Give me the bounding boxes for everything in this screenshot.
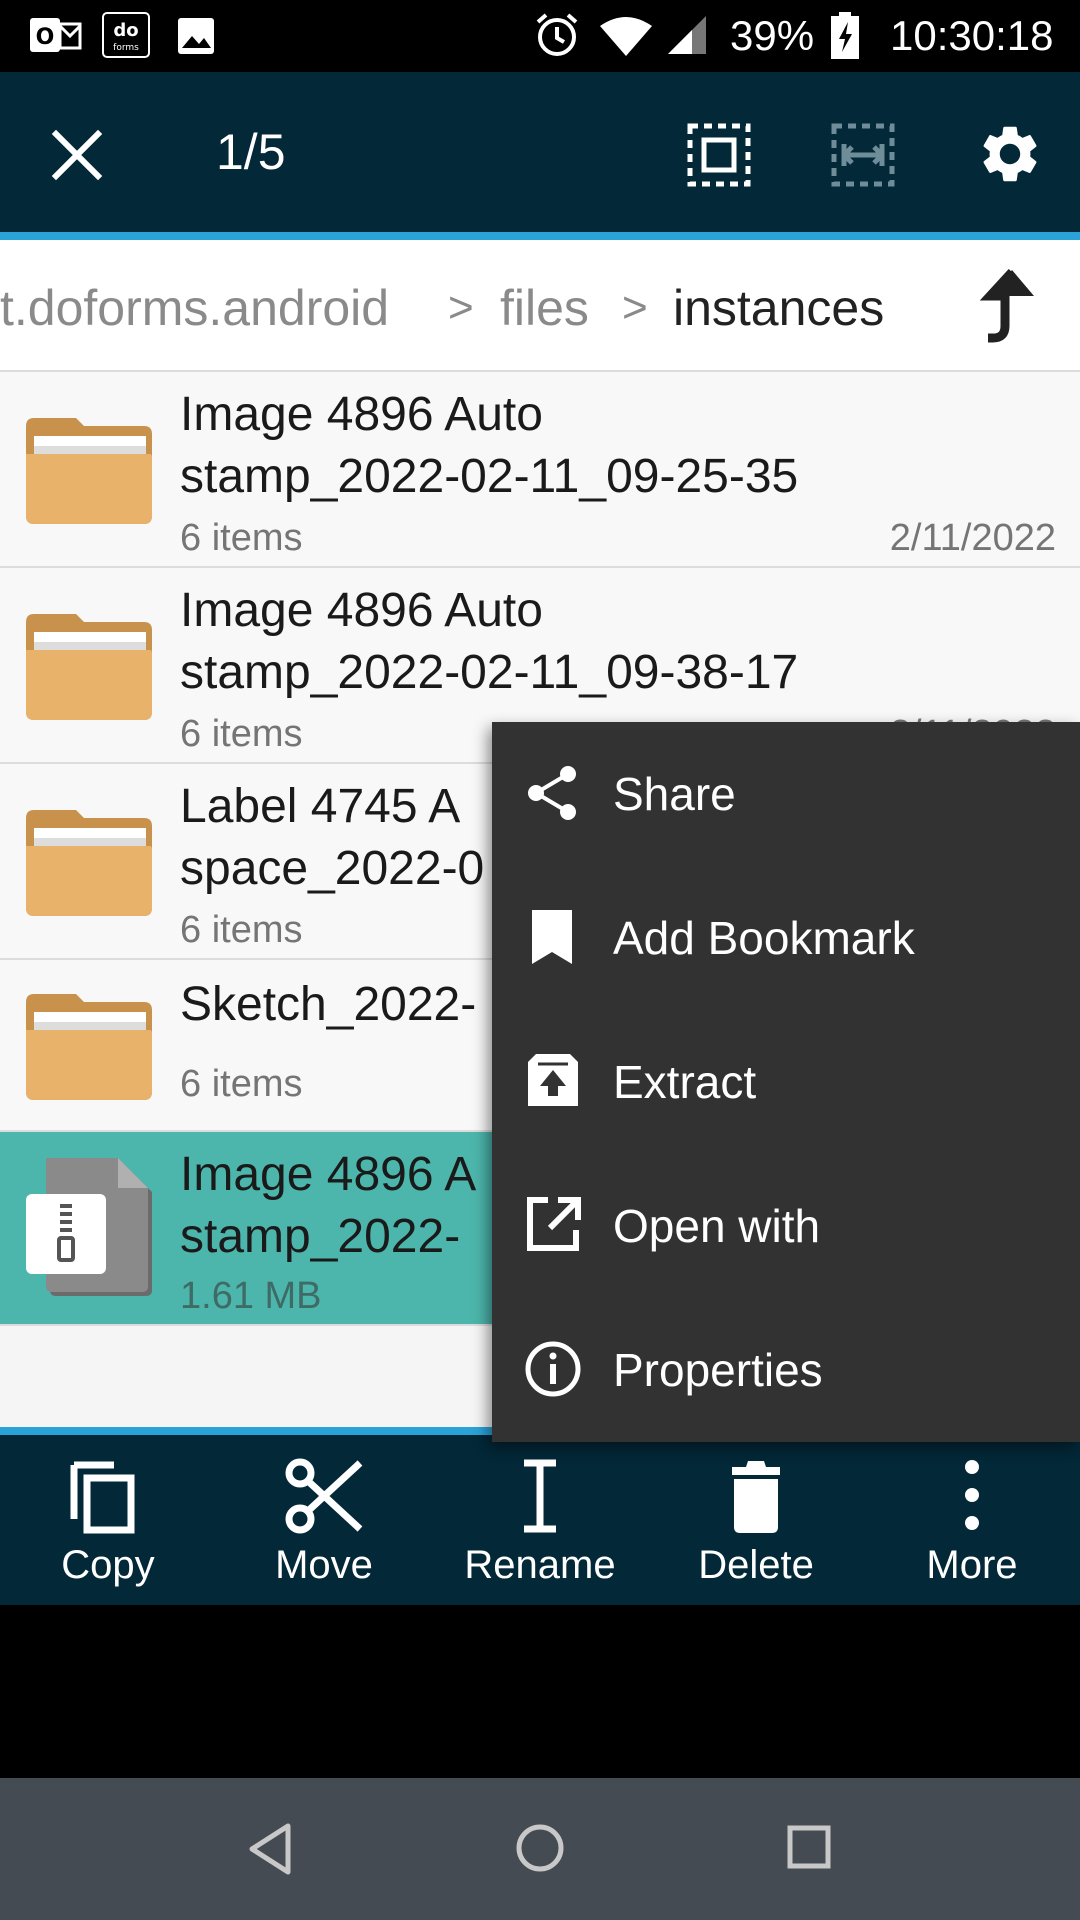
image-icon <box>178 18 214 54</box>
doforms-icon: do forms <box>102 12 150 58</box>
folder-icon <box>26 418 152 524</box>
list-item[interactable]: Image 4896 Auto stamp_2022-02-11_09-25-3… <box>0 372 1080 568</box>
signal-icon <box>668 16 706 54</box>
file-meta: 6 items <box>180 713 303 755</box>
wifi-icon <box>600 17 652 56</box>
breadcrumb: t.doforms.android > files > instances <box>0 240 1080 372</box>
file-size: 1.61 MB <box>180 1275 322 1317</box>
folder-icon <box>26 994 152 1100</box>
breadcrumb-item-files[interactable]: files <box>500 278 589 338</box>
select-all-icon[interactable] <box>686 122 752 188</box>
menu-item-properties[interactable]: Properties <box>492 1298 1080 1442</box>
svg-text:do: do <box>113 20 138 41</box>
clock: 10:30:18 <box>890 12 1054 59</box>
up-arrow-icon[interactable] <box>976 266 1036 348</box>
menu-item-extract[interactable]: Extract <box>492 1010 1080 1154</box>
selection-toolbar: 1/5 <box>0 72 1080 232</box>
folder-icon <box>26 810 152 916</box>
copy-label: Copy <box>61 1543 155 1587</box>
svg-text:O: O <box>36 25 55 50</box>
alarm-icon <box>536 13 578 56</box>
menu-label: Add Bookmark <box>613 912 915 964</box>
close-icon[interactable] <box>50 128 104 182</box>
file-name: Image 4896 Auto stamp_2022-02-11_09-38-1… <box>180 584 799 699</box>
file-meta: 6 items <box>180 517 303 559</box>
more-button[interactable]: More <box>864 1435 1080 1605</box>
trash-icon <box>732 1461 780 1533</box>
file-meta: 6 items <box>180 909 303 951</box>
info-icon <box>525 1341 581 1397</box>
extract-icon <box>528 1054 578 1106</box>
text-cursor-icon <box>524 1459 556 1533</box>
more-vertical-icon <box>965 1460 979 1530</box>
menu-item-add-bookmark[interactable]: Add Bookmark <box>492 866 1080 1010</box>
open-external-icon <box>527 1197 581 1251</box>
battery-charging-icon <box>831 12 859 59</box>
file-name: Image 4896 Auto stamp_2022-02-11_09-25-3… <box>180 388 799 503</box>
menu-item-share[interactable]: Share <box>492 722 1080 866</box>
breadcrumb-item-instances[interactable]: instances <box>673 278 884 338</box>
menu-label: Share <box>613 768 736 820</box>
move-button[interactable]: Move <box>216 1435 432 1605</box>
battery-percent: 39% <box>730 12 815 59</box>
copy-icon <box>70 1461 135 1534</box>
selection-count: 1/5 <box>216 124 286 180</box>
file-date: 2/11/2022 <box>889 517 1056 559</box>
delete-label: Delete <box>698 1543 814 1587</box>
home-icon[interactable] <box>514 1822 566 1874</box>
copy-button[interactable]: Copy <box>0 1435 216 1605</box>
move-label: Move <box>275 1543 373 1587</box>
menu-label: Extract <box>613 1056 757 1108</box>
menu-item-open-with[interactable]: Open with <box>492 1154 1080 1298</box>
navigation-bar <box>0 1778 1080 1920</box>
share-icon <box>528 766 576 820</box>
outlook-icon: O <box>30 18 82 52</box>
folder-icon <box>26 614 152 720</box>
breadcrumb-separator: > <box>448 283 474 332</box>
breadcrumb-separator: > <box>622 283 648 332</box>
zip-file-icon <box>26 1158 152 1296</box>
file-meta: 6 items <box>180 1063 303 1105</box>
gear-icon[interactable] <box>976 120 1044 188</box>
context-menu: Share Add Bookmark Extract Open with Pro… <box>492 722 1080 1442</box>
menu-label: Properties <box>613 1344 823 1396</box>
bottom-action-bar: Copy Move Rename Delete More <box>0 1435 1080 1605</box>
scissors-icon <box>285 1458 363 1534</box>
bookmark-icon <box>532 910 572 964</box>
status-bar: O do forms 39% 10:30:18 <box>0 0 1080 72</box>
more-label: More <box>926 1543 1018 1587</box>
toolbar-divider <box>0 232 1080 240</box>
breadcrumb-item-package[interactable]: t.doforms.android <box>0 278 389 338</box>
back-icon[interactable] <box>246 1822 294 1876</box>
rename-button[interactable]: Rename <box>432 1435 648 1605</box>
menu-label: Open with <box>613 1200 821 1252</box>
svg-text:forms: forms <box>113 43 139 53</box>
recents-icon[interactable] <box>786 1824 832 1870</box>
rename-label: Rename <box>464 1543 616 1587</box>
delete-button[interactable]: Delete <box>648 1435 864 1605</box>
select-range-icon[interactable] <box>830 122 896 188</box>
